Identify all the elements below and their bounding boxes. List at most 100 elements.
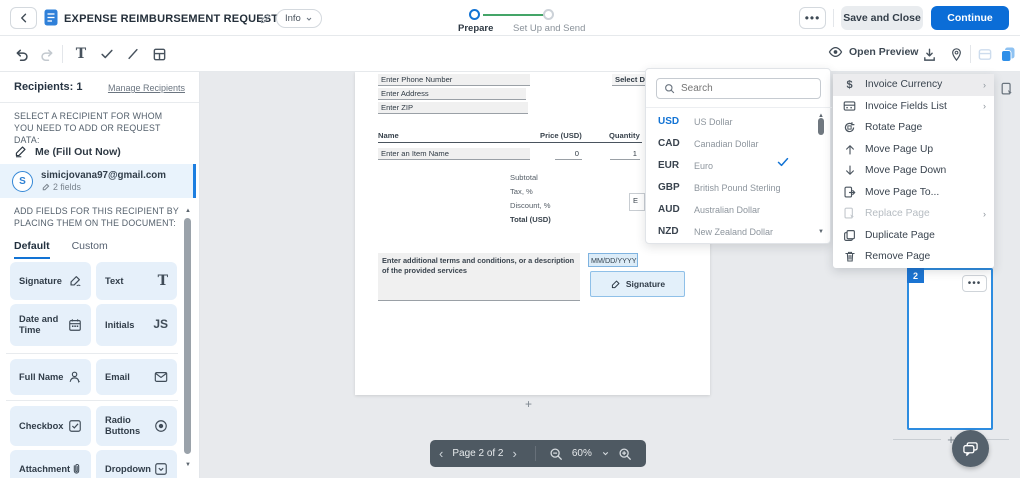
- table-header-rule: [378, 142, 642, 143]
- save-and-close-button[interactable]: Save and Close: [841, 6, 923, 30]
- chevron-down-icon: [306, 17, 312, 21]
- page-thumbnails-toggle[interactable]: [999, 45, 1017, 63]
- currency-search[interactable]: [656, 78, 821, 99]
- phone-field[interactable]: Enter Phone Number: [378, 74, 530, 86]
- dropdown-scrollbar[interactable]: [818, 118, 824, 135]
- menu-item-invoice-currency[interactable]: $ Invoice Currency ›: [833, 74, 994, 96]
- menu-item-rotate-page[interactable]: Rotate Page: [833, 117, 994, 139]
- address-field[interactable]: Enter Address: [378, 88, 526, 100]
- add-text-tool[interactable]: T: [72, 45, 90, 63]
- merge-fields-icon[interactable]: [976, 45, 994, 63]
- prev-page-button[interactable]: ‹: [430, 447, 452, 460]
- item-quantity-field[interactable]: 1: [610, 148, 640, 160]
- field-button-date-time[interactable]: Date and Time: [10, 304, 91, 346]
- check-tool[interactable]: [98, 45, 116, 63]
- page-number-badge: 2: [907, 268, 924, 283]
- field-group-divider: [6, 400, 178, 401]
- item-name-field[interactable]: Enter an Item Name: [378, 148, 530, 160]
- redo-button[interactable]: [38, 45, 56, 63]
- menu-item-remove-page[interactable]: Remove Page: [833, 246, 994, 268]
- recipient-fields-count: 2 fields: [41, 182, 166, 192]
- field-button-checkbox[interactable]: Checkbox: [10, 406, 91, 446]
- currency-option-aud[interactable]: AUD Australian Dollar: [658, 199, 813, 220]
- info-label: Info: [285, 13, 301, 24]
- field-button-initials[interactable]: Initials JS: [96, 304, 177, 346]
- dropdown-scroll-down[interactable]: ▼: [818, 229, 824, 235]
- tab-custom[interactable]: Custom: [72, 240, 108, 259]
- toolbar-divider: [970, 45, 971, 63]
- page-thumbnail-2[interactable]: 2 •••: [907, 268, 993, 430]
- continue-button[interactable]: Continue: [931, 6, 1009, 30]
- app-window: EXPENSE REIMBURSEMENT REQUEST Info Prepa…: [0, 0, 1020, 478]
- zoom-out-button[interactable]: [545, 447, 567, 461]
- menu-item-move-page-up[interactable]: Move Page Up: [833, 139, 994, 161]
- zoom-level-dropdown[interactable]: [597, 449, 614, 458]
- field-button-attachment[interactable]: Attachment: [10, 450, 91, 478]
- add-page-row[interactable]: +: [893, 432, 1009, 447]
- partial-total-field[interactable]: E: [629, 193, 645, 211]
- currency-search-input[interactable]: [681, 83, 801, 94]
- edit-title-icon[interactable]: [260, 13, 271, 24]
- top-header: EXPENSE REIMBURSEMENT REQUEST Info Prepa…: [0, 0, 1020, 36]
- zoom-in-button[interactable]: [614, 447, 636, 461]
- help-chat-button[interactable]: [952, 430, 989, 467]
- field-button-dropdown[interactable]: Dropdown: [96, 450, 177, 478]
- fields-link-icon: [42, 183, 50, 190]
- field-button-radio[interactable]: Radio Buttons: [96, 406, 177, 446]
- table-tool[interactable]: [150, 45, 168, 63]
- sidebar-scrollbar[interactable]: [184, 218, 191, 454]
- manage-recipients-link[interactable]: Manage Recipients: [108, 83, 185, 93]
- field-button-text[interactable]: Text T: [96, 262, 177, 300]
- step-prepare-dot: [469, 9, 480, 20]
- undo-button[interactable]: [12, 45, 30, 63]
- field-button-email[interactable]: Email: [96, 359, 177, 395]
- field-button-full-name[interactable]: Full Name: [10, 359, 91, 395]
- tab-default[interactable]: Default: [14, 240, 50, 259]
- add-page-between-button[interactable]: +: [525, 397, 532, 411]
- me-recipient-item[interactable]: Me (Fill Out Now): [14, 145, 121, 158]
- line-tool[interactable]: [124, 45, 142, 63]
- currency-option-nzd[interactable]: NZD New Zealand Dollar: [658, 221, 813, 242]
- thumbnail-more-button[interactable]: •••: [962, 275, 987, 292]
- duplicate-page-icon: [843, 229, 856, 242]
- recipient-avatar: S: [12, 170, 33, 192]
- checkbox-icon: [69, 420, 81, 432]
- sidebar-scroll-up[interactable]: ▲: [185, 208, 191, 214]
- currency-option-eur[interactable]: EUR Euro: [658, 155, 813, 176]
- location-pin-button[interactable]: [947, 45, 965, 63]
- header-more-button[interactable]: •••: [799, 7, 826, 29]
- editor-toolbar: T Open Preview: [0, 36, 1020, 72]
- table-header-price: Price (USD): [540, 131, 582, 140]
- info-dropdown[interactable]: Info: [276, 9, 322, 28]
- item-price-field[interactable]: 0: [555, 148, 582, 160]
- date-field[interactable]: MM/DD/YYYY: [588, 253, 638, 267]
- menu-item-move-page-to[interactable]: Move Page To...: [833, 182, 994, 204]
- paperclip-icon: [73, 464, 80, 474]
- eye-icon: [828, 47, 843, 57]
- field-tabs: Default Custom: [14, 240, 108, 259]
- menu-item-move-page-down[interactable]: Move Page Down: [833, 160, 994, 182]
- open-preview-label: Open Preview: [849, 46, 919, 58]
- signature-field[interactable]: Signature: [590, 271, 685, 297]
- replace-page-icon[interactable]: [1000, 82, 1014, 97]
- header-divider: [833, 9, 834, 27]
- recipient-card-selected[interactable]: S simicjovana97@gmail.com 2 fields: [0, 164, 196, 198]
- menu-item-duplicate-page[interactable]: Duplicate Page: [833, 225, 994, 247]
- pen-icon: [15, 146, 26, 158]
- trash-icon: [843, 250, 856, 263]
- rotate-page-icon: [843, 121, 856, 134]
- zip-field[interactable]: Enter ZIP: [378, 102, 528, 114]
- field-button-signature[interactable]: Signature: [10, 262, 91, 300]
- open-preview-button[interactable]: Open Preview: [828, 46, 918, 58]
- currency-option-cad[interactable]: CAD Canadian Dollar: [658, 133, 813, 154]
- terms-field[interactable]: Enter additional terms and conditions, o…: [378, 253, 580, 301]
- signature-icon: [70, 276, 81, 287]
- currency-option-gbp[interactable]: GBP British Pound Sterling: [658, 177, 813, 198]
- download-button[interactable]: [920, 45, 938, 63]
- back-button[interactable]: [10, 7, 37, 29]
- initials-icon: JS: [153, 317, 168, 332]
- menu-item-invoice-fields-list[interactable]: Invoice Fields List ›: [833, 96, 994, 118]
- sidebar-scroll-down[interactable]: ▼: [185, 462, 191, 468]
- next-page-button[interactable]: ›: [504, 447, 526, 460]
- currency-option-usd[interactable]: USD US Dollar: [658, 111, 813, 167]
